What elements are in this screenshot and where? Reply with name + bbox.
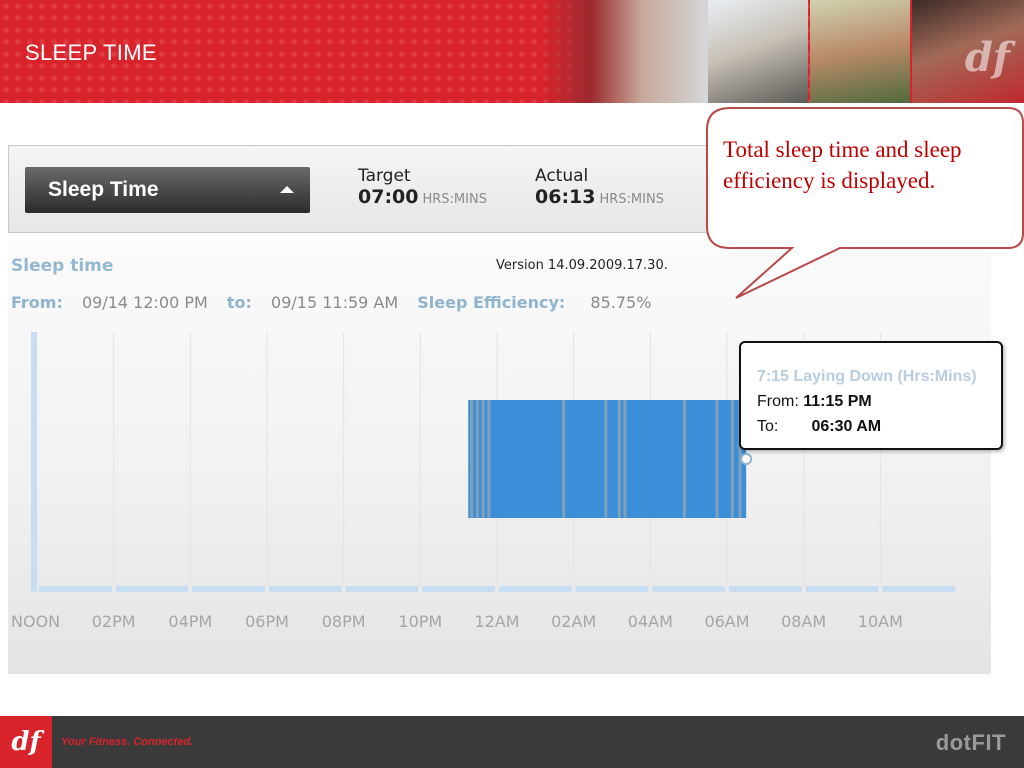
tooltip-from-value: 11:15 PM	[803, 393, 872, 410]
x-axis-segment	[575, 586, 649, 592]
x-axis-segment	[422, 586, 495, 592]
tooltip-title: 7:15 Laying Down (Hrs:Mins)	[757, 368, 977, 385]
x-axis-segment	[652, 586, 725, 592]
chart-tooltip: 7:15 Laying Down (Hrs:Mins) From: 11:15 …	[739, 341, 1003, 450]
awake-marker	[623, 400, 627, 518]
tooltip-from-label: From:	[757, 393, 799, 410]
x-tick-label: 06PM	[245, 612, 289, 631]
x-tick-label: 02AM	[551, 612, 596, 631]
x-tick-label: 10AM	[858, 612, 903, 631]
awake-marker	[470, 400, 474, 518]
x-axis-segment	[345, 586, 419, 592]
footer-logo: df	[0, 716, 52, 768]
footer-brand: dotFIT	[935, 730, 1006, 755]
x-axis-segment	[805, 586, 879, 592]
awake-marker	[715, 400, 719, 518]
x-axis-segment	[39, 586, 112, 592]
callout-text: Total sleep time and sleep efficiency is…	[723, 137, 962, 193]
x-axis-segment	[499, 586, 572, 592]
footer-tagline: Your Fitness. Connected.	[61, 736, 194, 748]
tooltip-from: From: 11:15 PM	[757, 393, 872, 411]
awake-marker	[730, 400, 734, 518]
awake-marker	[475, 400, 479, 518]
x-axis-segment	[192, 586, 265, 592]
x-tick-label: 04AM	[628, 612, 673, 631]
x-tick-label: 08AM	[781, 612, 826, 631]
awake-marker	[487, 400, 491, 518]
awake-marker	[481, 400, 485, 518]
tooltip-to-value: 06:30 AM	[811, 418, 882, 435]
tooltip-to: To: 06:30 AM	[757, 418, 881, 436]
awake-marker	[682, 400, 686, 518]
awake-marker	[604, 400, 608, 518]
y-axis	[31, 332, 37, 592]
x-tick-label: 12AM	[474, 612, 519, 631]
end-point	[740, 453, 753, 465]
awake-marker	[617, 400, 621, 518]
x-tick-label: 02PM	[92, 612, 136, 631]
x-tick-label: 06AM	[704, 612, 749, 631]
footer: df Your Fitness. Connected. dotFIT	[0, 716, 1024, 768]
x-tick-label: NOON	[11, 612, 60, 631]
x-tick-label: 10PM	[398, 612, 442, 631]
x-axis-segment	[882, 586, 955, 592]
x-axis-segment	[269, 586, 342, 592]
tooltip-to-label: To:	[757, 418, 779, 435]
awake-marker	[562, 400, 566, 518]
x-axis-segment	[115, 586, 189, 592]
x-tick-label: 04PM	[168, 612, 212, 631]
x-axis-segment	[729, 586, 802, 592]
x-tick-label: 08PM	[322, 612, 366, 631]
